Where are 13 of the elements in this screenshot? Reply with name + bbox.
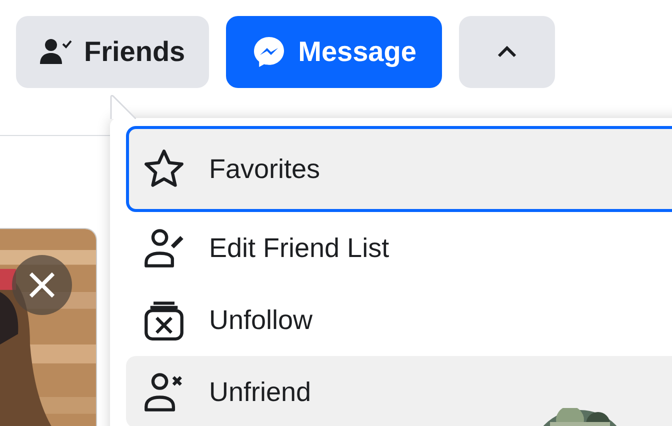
- caret-icon: [497, 46, 518, 58]
- friends-button[interactable]: Friends: [16, 16, 210, 88]
- person-remove-icon: [143, 371, 185, 413]
- menu-item[interactable]: Favorites: [126, 126, 672, 212]
- menu-item[interactable]: Edit Friend List: [126, 212, 672, 284]
- close-icon: [27, 270, 57, 300]
- menu-item[interactable]: Unfriend: [126, 356, 672, 426]
- messenger-icon: [252, 35, 286, 69]
- stack-x-icon: [143, 299, 185, 341]
- star-icon: [143, 148, 185, 190]
- message-button[interactable]: Message: [226, 16, 442, 88]
- person-edit-icon: [143, 227, 185, 269]
- menu-item[interactable]: Unfollow: [126, 284, 672, 356]
